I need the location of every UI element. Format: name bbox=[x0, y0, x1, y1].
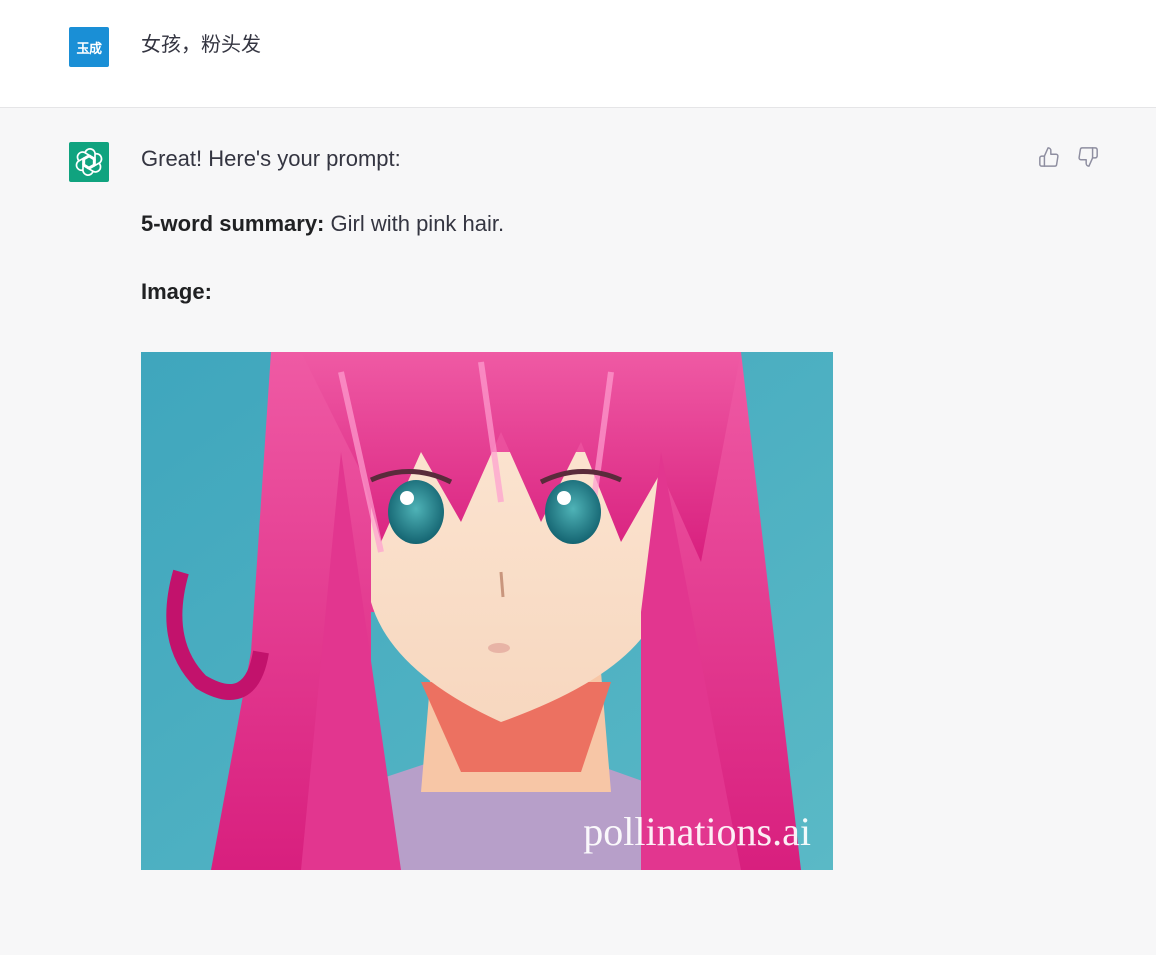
anime-girl-illustration: pollinations.ai bbox=[141, 352, 833, 870]
openai-logo-icon bbox=[75, 148, 103, 176]
summary-line: 5-word summary: Girl with pink hair. bbox=[141, 209, 504, 239]
generated-image[interactable]: pollinations.ai bbox=[141, 352, 833, 870]
assistant-message-row: Great! Here's your prompt: 5-word summar… bbox=[0, 108, 1156, 955]
image-watermark: pollinations.ai bbox=[583, 809, 811, 854]
summary-label: 5-word summary: bbox=[141, 211, 325, 236]
image-label: Image: bbox=[141, 279, 212, 304]
thumbs-down-icon bbox=[1078, 147, 1098, 167]
thumbs-up-button[interactable] bbox=[1038, 146, 1060, 168]
user-message-text: 女孩，粉头发 bbox=[141, 32, 261, 56]
user-message-row: 玉成 女孩，粉头发 bbox=[0, 0, 1156, 108]
summary-text: Girl with pink hair. bbox=[324, 211, 505, 236]
assistant-intro-text: Great! Here's your prompt: bbox=[141, 146, 401, 171]
user-avatar: 玉成 bbox=[69, 27, 109, 67]
image-label-line: Image: bbox=[141, 277, 212, 307]
feedback-buttons bbox=[1038, 146, 1099, 168]
assistant-avatar bbox=[69, 142, 109, 182]
thumbs-up-icon bbox=[1039, 147, 1059, 167]
thumbs-down-button[interactable] bbox=[1077, 146, 1099, 168]
